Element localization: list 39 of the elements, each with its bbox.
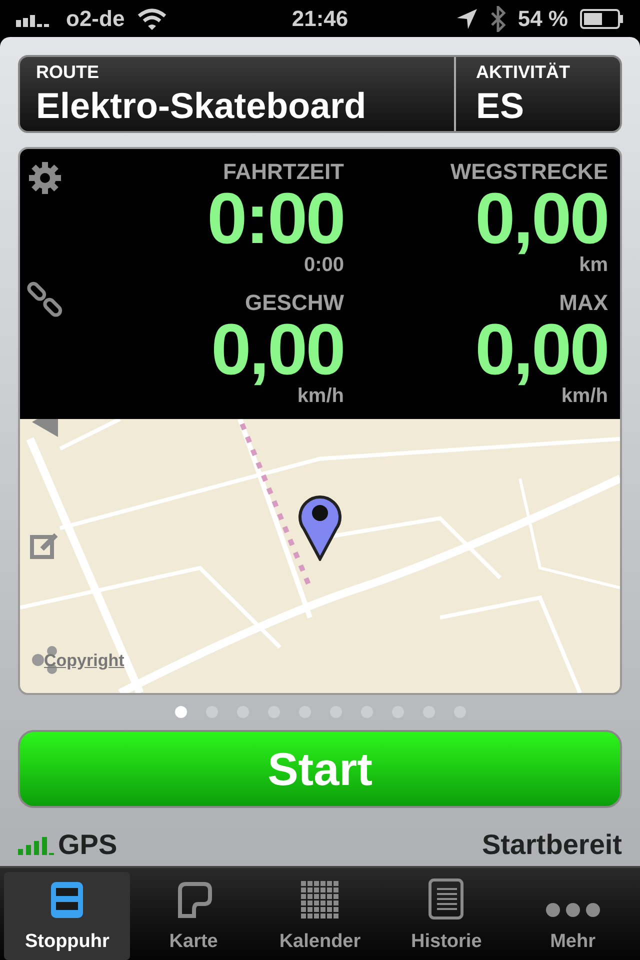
stat-unit: 0:00 — [304, 255, 344, 276]
carrier-name: o2-de — [66, 5, 125, 34]
gps-signal-icon — [18, 835, 54, 856]
route-name: Elektro-Skateboard — [36, 84, 368, 128]
settings-icon[interactable] — [28, 161, 62, 196]
stat-label: MAX — [559, 292, 608, 314]
status-text: Startbereit — [482, 828, 622, 862]
stat-label: GESCHW — [245, 292, 344, 314]
activity-name: ES — [476, 84, 526, 128]
stat-value: 0:00 — [207, 183, 344, 256]
route-header[interactable]: ROUTE Elektro-Skateboard AKTIVITÄT ES — [18, 55, 622, 134]
stat-value: 0,00 — [475, 183, 608, 256]
location-arrow-icon — [456, 8, 478, 30]
bluetooth-icon — [490, 6, 506, 32]
stat-value: 0,00 — [475, 314, 608, 386]
chain-link-icon[interactable] — [26, 281, 64, 320]
tab-bar-item[interactable]: Mehr — [510, 872, 636, 960]
edit-icon[interactable] — [30, 531, 60, 562]
stat-unit: km — [579, 255, 608, 276]
stopwatch-icon — [49, 880, 86, 920]
tab-bar-item[interactable]: Karte — [130, 872, 257, 960]
copyright-link[interactable]: Copyright — [44, 648, 124, 674]
stat-label: WEGSTRECKE — [450, 161, 608, 184]
tab-bar-item[interactable]: Historie — [383, 872, 510, 960]
route-label: ROUTE — [36, 60, 100, 84]
stat-unit: km/h — [561, 386, 608, 406]
stat-label: FAHRTZEIT — [223, 161, 344, 184]
notebook-icon — [426, 878, 466, 920]
tab-bar-item[interactable]: Kalender — [256, 872, 384, 960]
tab-bar-item[interactable]: Stoppuhr — [4, 872, 130, 960]
battery-icon — [580, 8, 624, 29]
activity-label: AKTIVITÄT — [476, 60, 571, 84]
grid-icon — [300, 880, 340, 920]
clock-time: 21:46 — [292, 5, 348, 34]
wifi-icon — [136, 8, 167, 30]
stat-unit: km/h — [297, 386, 344, 406]
stat-value: 0,00 — [211, 314, 344, 386]
battery-percent: 54 % — [518, 5, 568, 34]
gps-label: GPS — [58, 828, 118, 862]
